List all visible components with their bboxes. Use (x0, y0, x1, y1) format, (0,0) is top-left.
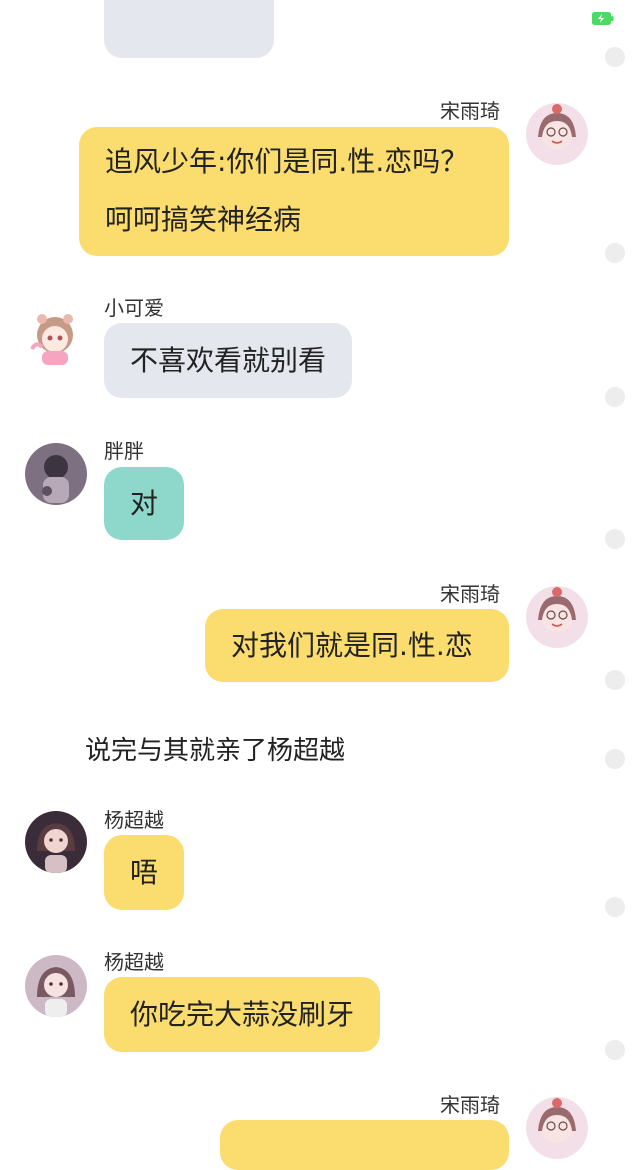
scroll-dot (605, 670, 625, 690)
avatar[interactable] (25, 811, 87, 873)
sender-name: 小可爱 (104, 296, 164, 320)
message-bubble[interactable]: 不喜欢看就别看 (104, 323, 353, 398)
avatar[interactable] (25, 955, 87, 1017)
sender-name: 杨超越 (104, 808, 164, 832)
message-line: 呵呵搞笑神经病 (105, 203, 302, 236)
sender-name: 宋雨琦 (440, 582, 500, 606)
sender-name: 宋雨琦 (440, 1093, 500, 1117)
scroll-dot (605, 243, 625, 263)
scroll-dot (605, 749, 625, 769)
avatar[interactable] (526, 1097, 588, 1159)
previous-message-bubble (104, 0, 274, 58)
sender-name: 杨超越 (104, 950, 164, 974)
scroll-dot (605, 897, 625, 917)
scroll-dot (605, 47, 625, 67)
scroll-dot (605, 387, 625, 407)
message-bubble[interactable] (220, 1120, 509, 1170)
sender-name: 宋雨琦 (440, 99, 500, 123)
narration-text: 说完与其就亲了杨超越 (85, 736, 346, 766)
avatar[interactable] (24, 305, 86, 367)
message-bubble[interactable]: 你吃完大蒜没刷牙 (104, 977, 381, 1052)
message-line: 追风少年:你们是同.性.恋吗？ (105, 145, 469, 178)
message-bubble[interactable]: 对我们就是同.性.恋 (205, 609, 509, 682)
message-bubble[interactable]: 唔 (104, 835, 185, 910)
message-bubble[interactable]: 追风少年:你们是同.性.恋吗？ 呵呵搞笑神经病 (79, 127, 509, 256)
scroll-dot (605, 529, 625, 549)
avatar[interactable] (526, 586, 588, 648)
sender-name: 胖胖 (104, 439, 144, 463)
avatar[interactable] (25, 443, 87, 505)
scroll-dot (605, 1040, 625, 1060)
message-bubble[interactable]: 对 (104, 467, 185, 540)
avatar[interactable] (526, 103, 588, 165)
battery-charging-icon (592, 10, 614, 25)
